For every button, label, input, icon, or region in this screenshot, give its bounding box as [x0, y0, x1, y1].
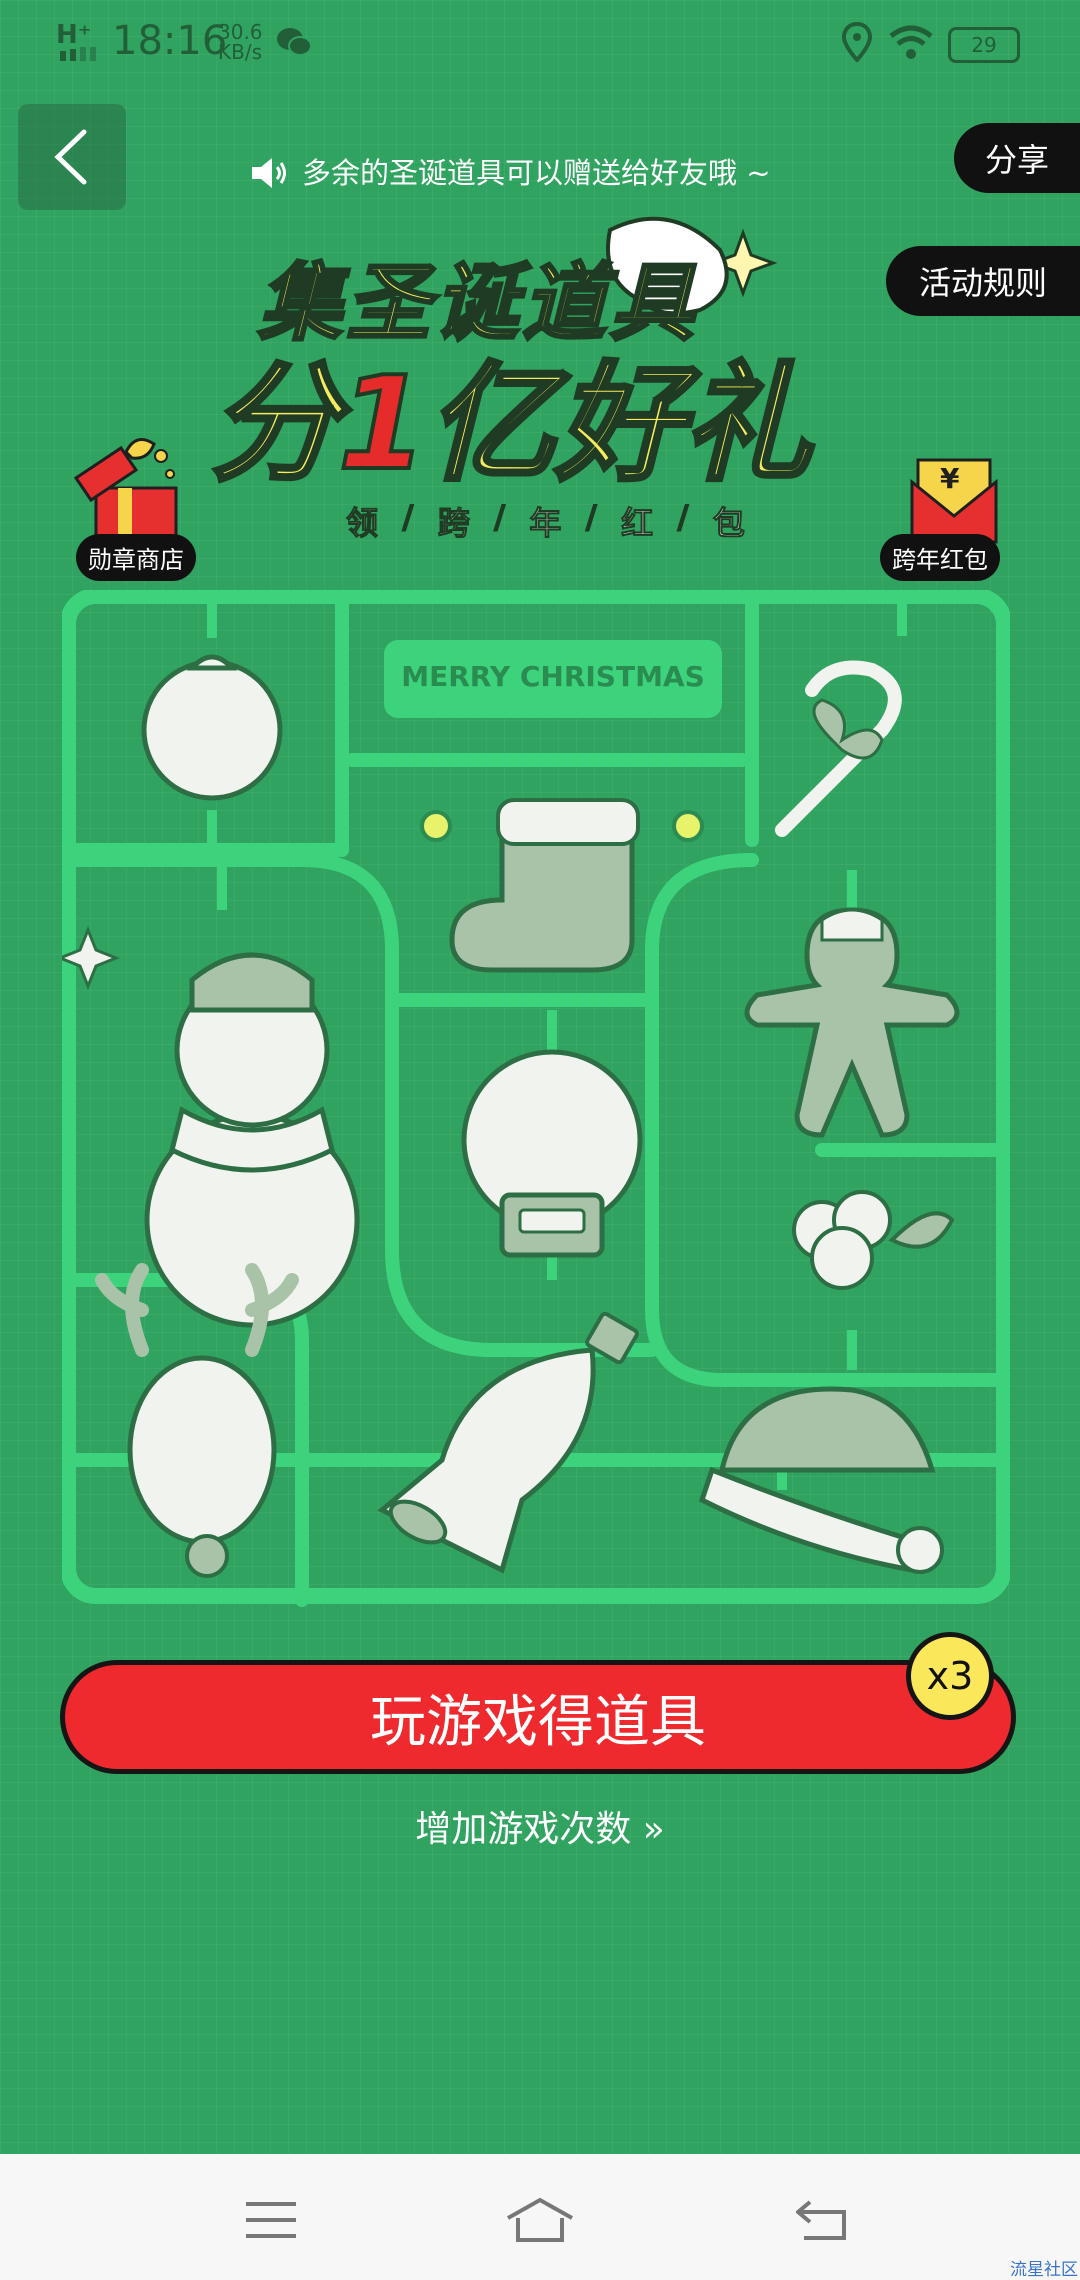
back-button[interactable]: [18, 104, 126, 210]
chevron-left-icon: [54, 129, 87, 185]
watermark: 流星社区: [1010, 2260, 1078, 2280]
gingerbread-man-icon: [744, 907, 960, 1138]
home-icon[interactable]: [504, 2196, 576, 2250]
signal-icon: [60, 46, 102, 61]
banner-subtitle: 领 / 跨 / 年 / 红 / 包: [345, 498, 745, 543]
banner-sub-char: 跨: [437, 504, 470, 543]
reindeer-icon: [95, 1263, 299, 1578]
ornament-board: MERRY CHRISTMAS: [55, 588, 1012, 1608]
gift-box-icon: [73, 438, 178, 542]
banner-line2-num: 1: [336, 348, 429, 501]
status-bar: H⁺ 18:16 30.6 KB/s 29: [0, 0, 1080, 90]
red-packet-label: 跨年红包: [880, 534, 1000, 581]
candy-cane-icon: [775, 660, 902, 837]
snowman-icon: [55, 925, 360, 1328]
banner-sub-char: 领: [345, 504, 379, 543]
holly-berries-icon: [792, 1190, 955, 1290]
medal-shop-label: 勋章商店: [76, 534, 196, 581]
merry-christmas-plate: MERRY CHRISTMAS: [401, 660, 705, 693]
banner-sub-char: 红: [621, 504, 654, 543]
speaker-icon: [250, 156, 290, 194]
ornament-ball-icon: [141, 654, 283, 801]
snow-globe-icon: [461, 1049, 643, 1258]
banner-title: 集圣诞道具 分1亿好礼 领 / 跨 / 年 / 红 / 包: [200, 210, 880, 550]
play-count-badge: x3: [906, 1632, 994, 1720]
battery-indicator: 29: [948, 27, 1020, 63]
rules-button[interactable]: 活动规则: [886, 246, 1080, 316]
clock-time: 18:16: [112, 18, 228, 64]
add-play-count-link[interactable]: 增加游戏次数 »: [0, 1800, 1080, 1852]
red-packet-button[interactable]: ¥ 跨年红包: [876, 456, 1036, 581]
yen-symbol: ¥: [940, 462, 960, 495]
back-nav-icon[interactable]: [794, 2198, 850, 2246]
system-nav-bar: 流星社区: [0, 2154, 1080, 2280]
medal-shop-button[interactable]: 勋章商店: [66, 428, 226, 581]
santa-hat-icon: [698, 1386, 944, 1574]
play-game-button[interactable]: 玩游戏得道具: [60, 1660, 1016, 1774]
share-button[interactable]: 分享: [954, 123, 1080, 193]
location-icon: [841, 21, 873, 66]
notice-text: 多余的圣诞道具可以赠送给好友哦 ~: [302, 156, 771, 190]
banner-line2: 分1亿好礼: [208, 320, 813, 505]
menu-icon[interactable]: [244, 2200, 298, 2244]
wechat-icon: [276, 26, 312, 62]
speed-unit: KB/s: [218, 40, 262, 64]
network-speed: 30.6 KB/s: [218, 22, 263, 62]
banner-line2-post: 亿好礼: [425, 348, 813, 501]
banner-sub-char: 包: [712, 504, 745, 543]
stocking-icon: [449, 798, 640, 973]
wifi-icon: [888, 24, 934, 64]
banner-sub-char: 年: [529, 504, 562, 543]
banner-line2-pre: 分: [208, 348, 340, 501]
